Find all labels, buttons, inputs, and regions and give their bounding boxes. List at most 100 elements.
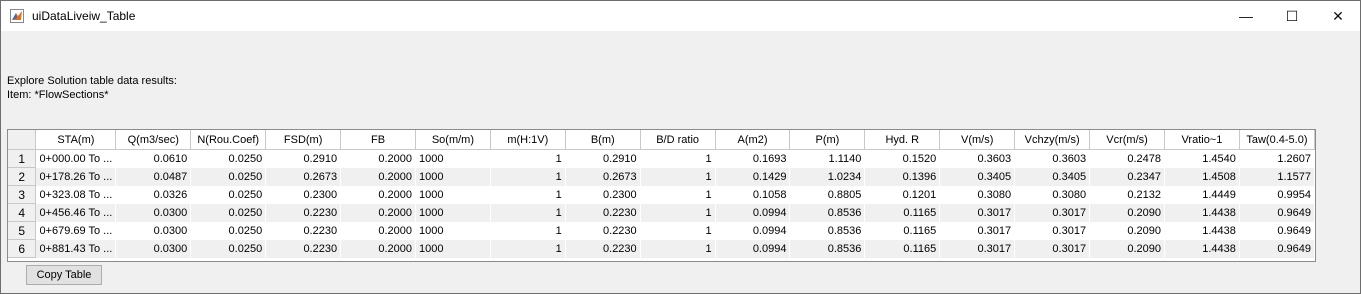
table-cell[interactable]: 0.3603 xyxy=(1014,149,1091,168)
table-cell[interactable]: 1 xyxy=(640,149,716,168)
column-header[interactable]: m(H:1V) xyxy=(490,130,566,150)
table-cell[interactable]: 1000 xyxy=(415,149,491,168)
table-cell[interactable]: 0.2090 xyxy=(1089,221,1165,240)
column-header[interactable]: FSD(m) xyxy=(265,130,342,150)
column-header[interactable]: Q(m3/sec) xyxy=(115,130,192,150)
table-cell[interactable]: 0.0250 xyxy=(190,221,267,240)
table-cell[interactable]: 0.2230 xyxy=(565,221,641,240)
copy-table-button[interactable]: Copy Table xyxy=(26,265,102,285)
table-cell[interactable]: 1000 xyxy=(415,185,491,204)
table-cell[interactable]: 1.4438 xyxy=(1164,239,1240,258)
table-cell[interactable]: 0.2230 xyxy=(265,221,342,240)
table-row[interactable]: 3 0+323.08 To ... 0.0326 0.0250 0.2300 0.2000… xyxy=(8,185,1315,204)
table-cell[interactable]: 0.0300 xyxy=(115,203,192,222)
table-cell[interactable]: 0.2910 xyxy=(565,149,641,168)
table-cell[interactable]: 0.2000 xyxy=(340,239,416,258)
table-cell[interactable]: 0.2300 xyxy=(565,185,641,204)
column-header[interactable]: FB xyxy=(340,130,416,150)
table-cell[interactable]: 0.2910 xyxy=(265,149,342,168)
column-header[interactable]: B(m) xyxy=(565,130,641,150)
table-cell[interactable]: 0.1058 xyxy=(715,185,791,204)
column-header[interactable]: A(m2) xyxy=(715,130,791,150)
table-cell[interactable]: 0.8536 xyxy=(789,203,866,222)
table-row[interactable]: 5 0+679.69 To ... 0.0300 0.0250 0.2230 0.2000… xyxy=(8,221,1315,240)
column-header[interactable]: V(m/s) xyxy=(939,130,1016,150)
table-cell[interactable]: 1000 xyxy=(415,167,491,186)
column-header[interactable]: P(m) xyxy=(789,130,866,150)
table-cell[interactable]: 0.0250 xyxy=(190,149,267,168)
table-cell[interactable]: 0.2673 xyxy=(565,167,641,186)
table-cell[interactable]: 0.2230 xyxy=(265,203,342,222)
table-cell[interactable]: 0+178.26 To ... xyxy=(35,167,117,186)
table-cell[interactable]: 0.2230 xyxy=(565,239,641,258)
table-cell[interactable]: 0.2000 xyxy=(340,185,416,204)
table-cell[interactable]: 0.0300 xyxy=(115,239,192,258)
column-header[interactable]: Vratio~1 xyxy=(1164,130,1240,150)
column-header[interactable]: STA(m) xyxy=(35,130,117,150)
table-cell[interactable]: 0.2230 xyxy=(565,203,641,222)
table-cell[interactable]: 0.3080 xyxy=(939,185,1016,204)
minimize-button[interactable]: — xyxy=(1223,1,1269,31)
table-cell[interactable]: 0.2090 xyxy=(1089,203,1165,222)
table-cell[interactable]: 0.3405 xyxy=(939,167,1016,186)
table-cell[interactable]: 1.0234 xyxy=(789,167,866,186)
table-row[interactable]: 2 0+178.26 To ... 0.0487 0.0250 0.2673 0.2000… xyxy=(8,167,1315,186)
table-cell[interactable]: 0.3017 xyxy=(1014,239,1091,258)
table-cell[interactable]: 0.8536 xyxy=(789,239,866,258)
table-cell[interactable]: 1.4540 xyxy=(1164,149,1240,168)
table-cell[interactable]: 0.1520 xyxy=(864,149,941,168)
table-cell[interactable]: 0.3017 xyxy=(939,239,1016,258)
table-cell[interactable]: 0+456.46 To ... xyxy=(35,203,117,222)
table-cell[interactable]: 1 xyxy=(490,167,566,186)
table-cell[interactable]: 0.9649 xyxy=(1239,221,1315,240)
table-cell[interactable]: 0.8536 xyxy=(789,221,866,240)
table-cell[interactable]: 0+323.08 To ... xyxy=(35,185,117,204)
table-cell[interactable]: 1 xyxy=(640,221,716,240)
table-cell[interactable]: 1 xyxy=(640,167,716,186)
table-cell[interactable]: 0+881.43 To ... xyxy=(35,239,117,258)
table-cell[interactable]: 0.2000 xyxy=(340,221,416,240)
table-cell[interactable]: 0.9954 xyxy=(1239,185,1315,204)
table-cell[interactable]: 0.0326 xyxy=(115,185,192,204)
table-row[interactable]: 6 0+881.43 To ... 0.0300 0.0250 0.2230 0.2000… xyxy=(8,239,1315,258)
table-cell[interactable]: 1.1577 xyxy=(1239,167,1315,186)
table-cell[interactable]: 0.1165 xyxy=(864,221,941,240)
table-cell[interactable]: 1 xyxy=(490,185,566,204)
table-cell[interactable]: 1000 xyxy=(415,203,491,222)
table-cell[interactable]: 0.2300 xyxy=(265,185,342,204)
column-header[interactable]: N(Rou.Coef) xyxy=(190,130,267,150)
table-cell[interactable]: 0.0994 xyxy=(715,221,791,240)
table-cell[interactable]: 0.3080 xyxy=(1014,185,1091,204)
column-header[interactable]: Hyd. R xyxy=(864,130,941,150)
column-header[interactable]: Vcr(m/s) xyxy=(1089,130,1165,150)
table-cell[interactable]: 1 xyxy=(490,149,566,168)
table-cell[interactable]: 1.1140 xyxy=(789,149,866,168)
table-cell[interactable]: 1.2607 xyxy=(1239,149,1315,168)
table-cell[interactable]: 0.1165 xyxy=(864,203,941,222)
table-cell[interactable]: 0.2347 xyxy=(1089,167,1165,186)
table-cell[interactable]: 1.4438 xyxy=(1164,203,1240,222)
table-cell[interactable]: 0.0300 xyxy=(115,221,192,240)
table-cell[interactable]: 0.1396 xyxy=(864,167,941,186)
table-cell[interactable]: 0.0994 xyxy=(715,239,791,258)
table-cell[interactable]: 1 xyxy=(640,203,716,222)
table-cell[interactable]: 1 xyxy=(640,185,716,204)
table-cell[interactable]: 0.0250 xyxy=(190,239,267,258)
table-cell[interactable]: 0.3405 xyxy=(1014,167,1091,186)
table-cell[interactable]: 0.3603 xyxy=(939,149,1016,168)
table-cell[interactable]: 0.1693 xyxy=(715,149,791,168)
table-cell[interactable]: 0.1165 xyxy=(864,239,941,258)
table-cell[interactable]: 0.0610 xyxy=(115,149,192,168)
table-cell[interactable]: 0.2230 xyxy=(265,239,342,258)
table-cell[interactable]: 0+679.69 To ... xyxy=(35,221,117,240)
table-cell[interactable]: 1 xyxy=(640,239,716,258)
table-cell[interactable]: 1.4449 xyxy=(1164,185,1240,204)
table-cell[interactable]: 0.3017 xyxy=(939,203,1016,222)
column-header[interactable]: Taw(0.4-5.0) xyxy=(1239,130,1315,150)
table-cell[interactable]: 1 xyxy=(490,239,566,258)
table-row[interactable]: 1 0+000.00 To ... 0.0610 0.0250 0.2910 0.2000… xyxy=(8,149,1315,168)
table-cell[interactable]: 1.4438 xyxy=(1164,221,1240,240)
table-cell[interactable]: 0.2000 xyxy=(340,149,416,168)
table-cell[interactable]: 1 xyxy=(490,203,566,222)
table-cell[interactable]: 0.2000 xyxy=(340,167,416,186)
